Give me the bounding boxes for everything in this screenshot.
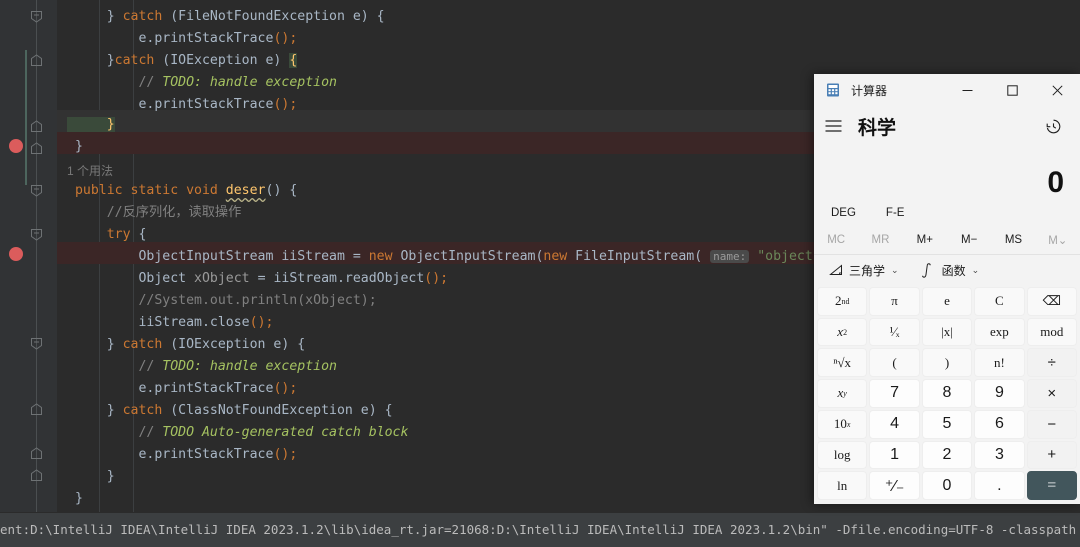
usage-hint-label: 1 个用法	[67, 164, 114, 178]
calculator-mode-title: 科学	[858, 117, 897, 139]
parameter-name-hint: name:	[710, 250, 750, 263]
angle-unit-toggle[interactable]: DEG	[831, 207, 856, 219]
key-exp[interactable]: exp	[974, 317, 1025, 347]
functions-dropdown[interactable]: 函数 ⌄	[921, 262, 980, 279]
integral-icon	[921, 262, 936, 278]
run-command-text: ent:D:\IntelliJ IDEA\IntelliJ IDEA 2023.…	[0, 522, 1080, 537]
functions-label: 函数	[941, 263, 966, 278]
key-left-paren[interactable]: (	[869, 348, 920, 378]
minimize-button[interactable]	[945, 74, 990, 106]
status-bar: ent:D:\IntelliJ IDEA\IntelliJ IDEA 2023.…	[0, 512, 1080, 547]
key-ten-power[interactable]: 10 x	[817, 409, 868, 439]
history-icon[interactable]	[1034, 109, 1072, 143]
key-pi[interactable]: π	[869, 287, 920, 316]
key-3[interactable]: 3	[974, 440, 1025, 470]
key-clear[interactable]: C	[974, 287, 1025, 316]
fold-marker-expand[interactable]	[30, 447, 43, 460]
calculator-header: 科学	[814, 106, 1080, 146]
key-absolute[interactable]: |x|	[921, 317, 973, 347]
key-factorial[interactable]: n!	[974, 348, 1025, 378]
fold-marker-collapse[interactable]	[30, 337, 43, 350]
triangle-icon	[828, 263, 843, 278]
key-reciprocal[interactable]: ¹⁄ₓ	[869, 317, 920, 347]
backspace-icon[interactable]: ⌫	[1026, 287, 1077, 316]
chevron-down-icon: ⌄	[971, 264, 980, 275]
fold-marker-expand[interactable]	[30, 142, 43, 155]
code-line: e.printStackTrace();	[67, 31, 298, 46]
key-subtract[interactable]: −	[1026, 409, 1077, 439]
key-equals[interactable]: =	[1026, 471, 1077, 500]
key-power[interactable]: xy	[817, 379, 868, 408]
calculator-window[interactable]: 计算器 科学 0 DEG F-E MC MR M+ M− MS M⌄ 三角学 ⌄…	[814, 74, 1080, 504]
memory-row: MC MR M+ M− MS M⌄	[814, 226, 1080, 255]
key-4[interactable]: 4	[869, 409, 920, 439]
code-line: }catch (IOException e) {	[67, 53, 298, 68]
key-7[interactable]: 7	[869, 379, 920, 408]
fe-toggle[interactable]: F-E	[886, 207, 905, 219]
chevron-down-icon: ⌄	[891, 264, 899, 275]
calculator-icon	[825, 82, 841, 98]
trigonometry-dropdown[interactable]: 三角学 ⌄	[828, 262, 899, 279]
key-6[interactable]: 6	[974, 409, 1025, 439]
calculator-keypad[interactable]: 2nd π e C ⌫ x2 ¹⁄ₓ |x| exp mod ⁿ√x ( ) n…	[814, 285, 1080, 504]
fold-marker-expand[interactable]	[30, 120, 43, 133]
key-log[interactable]: log	[817, 440, 868, 470]
fold-marker-collapse[interactable]	[30, 184, 43, 197]
memory-subtract-button[interactable]: M−	[947, 234, 991, 246]
key-divide[interactable]: ÷	[1026, 348, 1077, 378]
display-value: 0	[1047, 166, 1064, 199]
trigonometry-label: 三角学	[849, 263, 886, 278]
hamburger-icon[interactable]	[814, 109, 852, 143]
breakpoint-marker[interactable]	[9, 247, 23, 261]
memory-store-button[interactable]: MS	[991, 234, 1035, 246]
key-8[interactable]: 8	[921, 379, 973, 408]
code-line: } catch (FileNotFoundException e) {	[67, 9, 385, 24]
key-2[interactable]: 2	[921, 440, 973, 470]
modified-lines-marker	[25, 50, 27, 185]
key-1[interactable]: 1	[869, 440, 920, 470]
key-euler[interactable]: e	[921, 287, 973, 316]
memory-clear-button[interactable]: MC	[814, 234, 858, 246]
key-9[interactable]: 9	[974, 379, 1025, 408]
key-second[interactable]: 2nd	[817, 287, 868, 316]
memory-recall-button[interactable]: MR	[858, 234, 902, 246]
gutter-vertical-line	[36, 0, 37, 513]
key-sign-toggle[interactable]: ⁺∕₋	[869, 471, 920, 500]
key-multiply[interactable]: ×	[1026, 379, 1077, 408]
function-groups-row: 三角学 ⌄ 函数 ⌄	[814, 255, 1080, 285]
fold-marker-collapse[interactable]	[30, 10, 43, 23]
key-5[interactable]: 5	[921, 409, 973, 439]
key-decimal[interactable]: .	[974, 471, 1025, 500]
command-path-text: ent:D:\IntelliJ IDEA\IntelliJ IDEA 2023.…	[0, 522, 1080, 537]
fold-marker-collapse[interactable]	[30, 228, 43, 241]
key-ln[interactable]: ln	[817, 471, 868, 500]
maximize-button[interactable]	[990, 74, 1035, 106]
mode-indicators-row: DEG F-E	[814, 200, 1080, 226]
editor-gutter[interactable]	[0, 0, 57, 513]
key-mod[interactable]: mod	[1026, 317, 1077, 347]
key-right-paren[interactable]: )	[921, 348, 973, 378]
memory-add-button[interactable]: M+	[903, 234, 947, 246]
fold-marker-expand[interactable]	[30, 403, 43, 416]
calculator-titlebar[interactable]: 计算器	[814, 74, 1080, 106]
fold-marker-expand[interactable]	[30, 54, 43, 67]
key-0[interactable]: 0	[921, 471, 973, 500]
memory-list-button[interactable]: M⌄	[1036, 233, 1080, 247]
window-title: 计算器	[851, 83, 888, 98]
breakpoint-marker[interactable]	[9, 139, 23, 153]
key-add[interactable]: +	[1026, 440, 1077, 470]
fold-marker-expand[interactable]	[30, 469, 43, 482]
key-square[interactable]: x2	[817, 317, 868, 347]
key-nth-root[interactable]: ⁿ√x	[817, 348, 868, 378]
calculator-display: 0	[814, 146, 1080, 200]
close-button[interactable]	[1035, 74, 1080, 106]
